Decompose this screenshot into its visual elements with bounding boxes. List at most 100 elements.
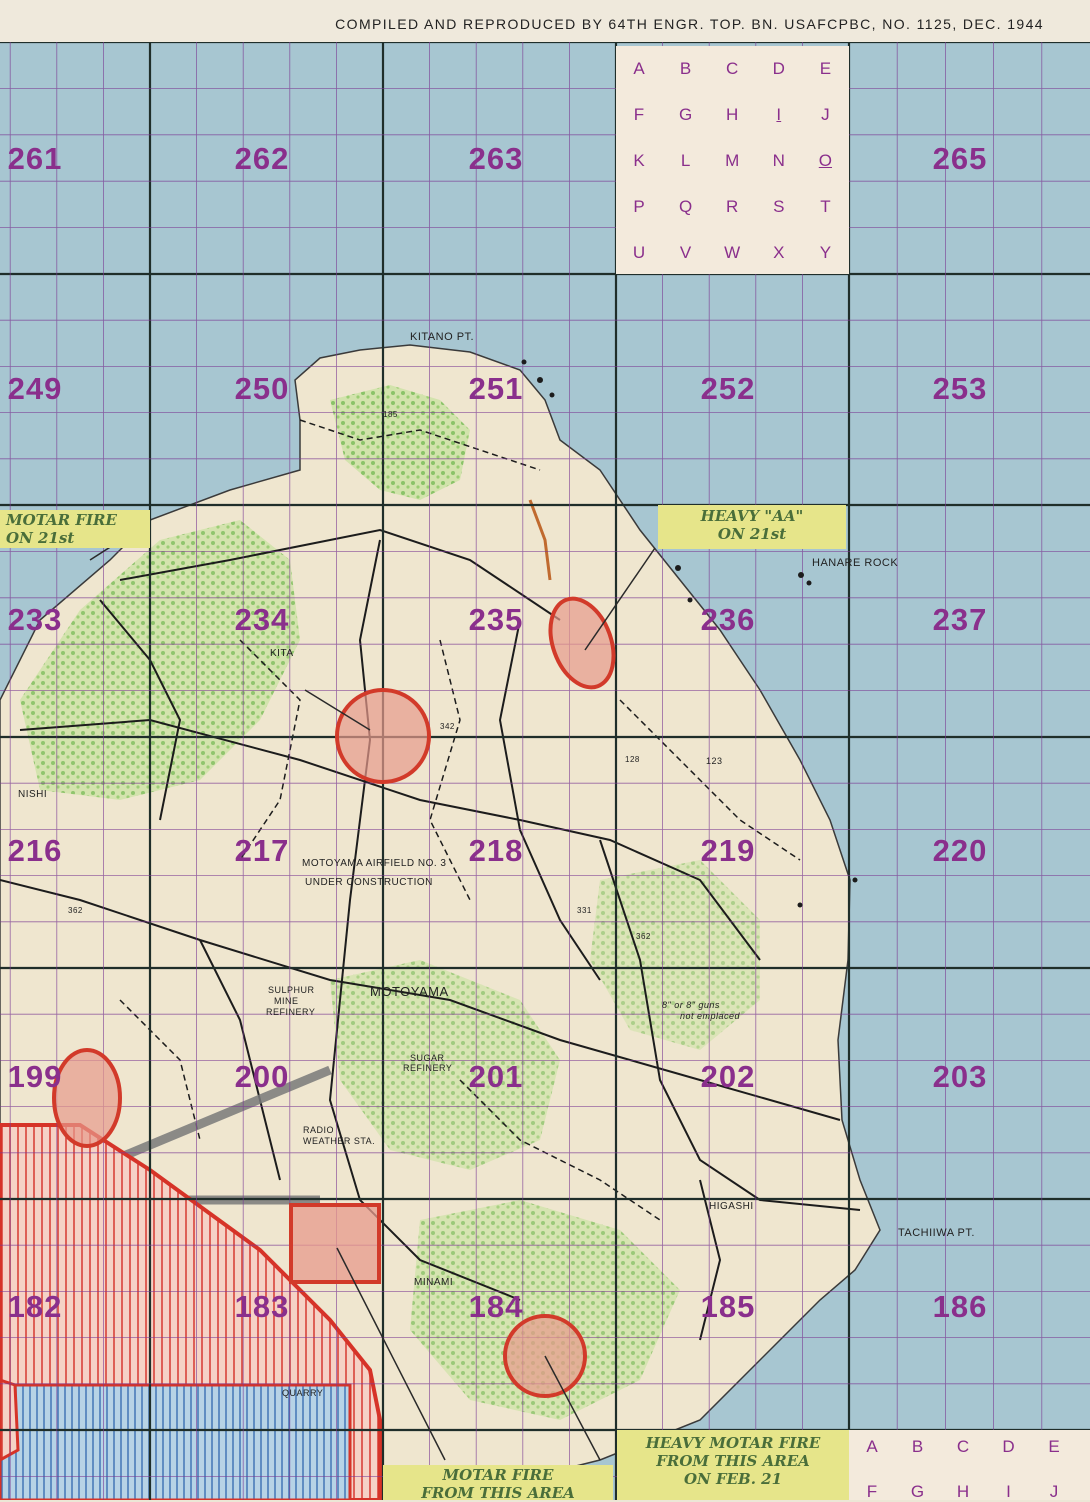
grid-key-letter: V: [679, 243, 692, 262]
grid-square-number: 217: [234, 833, 290, 868]
iwo-jima-target-map: [0, 40, 1090, 1500]
note-motar-left-line2: ON 21st: [6, 529, 75, 547]
label-sugar-refinery: REFINERY: [403, 1063, 453, 1073]
grid-key-letter-bottom: I: [1006, 1482, 1011, 1501]
grid-key-letter-bottom: C: [956, 1437, 970, 1456]
hatched-zone-blue: [0, 1383, 352, 1500]
grid-key-letter: O: [818, 151, 833, 170]
grid-square-number: 220: [932, 833, 988, 868]
note-motar-bottom-line2: FROM THIS AREA: [421, 1484, 575, 1502]
grid-key-letter: R: [726, 197, 739, 216]
grid-key-letter: P: [633, 197, 645, 216]
grid-key-letter: K: [633, 151, 645, 170]
label-guns-line2: not emplaced: [680, 1011, 741, 1021]
grid-key-letter-bottom: B: [911, 1437, 924, 1456]
label-kitano-pt: KITANO PT.: [410, 331, 475, 343]
grid-square-number: 200: [234, 1059, 290, 1094]
grid-key-letter-bottom: E: [1048, 1437, 1060, 1456]
label-mine: MINE: [274, 996, 299, 1006]
grid-square-number: 183: [234, 1289, 290, 1324]
elevation-128: 128: [625, 755, 640, 764]
grid-key-letter: J: [821, 105, 830, 124]
grid-square-number: 184: [468, 1289, 524, 1324]
grid-square-number: 186: [932, 1289, 988, 1324]
grid-key-letter: M: [725, 151, 740, 170]
grid-square-number: 237: [932, 602, 988, 637]
grid-key-letter: C: [726, 59, 739, 78]
grid-key-letter: Y: [819, 243, 832, 262]
note-heavy-motar: HEAVY MOTAR FIRE FROM THIS AREA ON FEB. …: [617, 1434, 849, 1496]
grid-square-number: 235: [468, 602, 524, 637]
grid-key-letter-bottom: G: [910, 1482, 925, 1501]
note-motar-left: MOTAR FIRE ON 21st: [0, 511, 156, 547]
elevation-331: 331: [577, 906, 592, 915]
note-motar-bottom: MOTAR FIRE FROM THIS AREA: [383, 1466, 613, 1502]
grid-key-letter-bottom: D: [1002, 1437, 1015, 1456]
grid-square-number: 202: [700, 1059, 756, 1094]
grid-key-letter: E: [819, 59, 832, 78]
grid-key-letter: X: [773, 243, 785, 262]
grid-square-number: 216: [7, 833, 63, 868]
note-heavy-motar-line2: FROM THIS AREA: [656, 1452, 810, 1470]
label-airfield-line2: UNDER CONSTRUCTION: [305, 877, 433, 888]
note-heavy-motar-line1: HEAVY MOTAR FIRE: [645, 1434, 821, 1452]
target-circle-234: [335, 688, 431, 784]
elevation-123: 123: [706, 756, 723, 766]
note-motar-bottom-line1: MOTAR FIRE: [442, 1466, 554, 1484]
label-tachiiwa-pt: TACHIIWA PT.: [898, 1227, 975, 1239]
target-circle-199: [52, 1048, 122, 1148]
grid-square-number: 218: [468, 833, 524, 868]
label-nishi: NISHI: [18, 789, 48, 800]
grid-square-number: 203: [932, 1059, 988, 1094]
grid-key-letter: G: [678, 105, 693, 124]
grid-square-number: 185: [700, 1289, 756, 1324]
label-higashi: HIGASHI: [709, 1201, 754, 1212]
grid-key-letter-bottom: J: [1049, 1482, 1059, 1501]
grid-key-letter: A: [633, 59, 645, 78]
grid-square-number: 263: [468, 141, 524, 176]
label-sulphur: SULPHUR: [268, 985, 315, 995]
grid-key-letter-bottom: H: [956, 1482, 970, 1501]
grid-square-number: 261: [7, 141, 63, 176]
label-radio: RADIO: [303, 1125, 335, 1135]
grid-key-letter-bottom: F: [866, 1482, 878, 1501]
grid-square-number: 249: [7, 371, 63, 406]
grid-key-letter: U: [632, 243, 646, 262]
grid-square-number: 234: [234, 602, 290, 637]
elevation-362-east: 362: [636, 932, 651, 941]
grid-key-letter: W: [724, 243, 741, 262]
grid-square-number: 265: [932, 141, 988, 176]
grid-key-letter: D: [772, 59, 785, 78]
elevation-342: 342: [440, 722, 455, 731]
elevation-362-west: 362: [68, 906, 83, 915]
label-hanare-rock: HANARE ROCK: [812, 557, 899, 569]
grid-key-letter: T: [820, 197, 831, 216]
grid-square-number: 236: [700, 602, 756, 637]
hatched-zone-small: [0, 1378, 20, 1462]
grid-square-number: 252: [700, 371, 756, 406]
note-heavy-aa: HEAVY "AA" ON 21st: [658, 507, 846, 547]
grid-square-number: 219: [700, 833, 756, 868]
note-heavy-motar-line3: ON FEB. 21: [683, 1470, 783, 1488]
label-motoyama: MOTOYAMA: [370, 984, 449, 999]
grid-square-number: 182: [7, 1289, 63, 1324]
grid-key-letter-bottom: A: [866, 1437, 878, 1456]
label-quarry: QUARRY: [282, 1388, 324, 1398]
grid-square-number: 233: [7, 602, 63, 637]
grid-key-letter: H: [726, 105, 739, 124]
grid-square-number: 199: [7, 1059, 63, 1094]
label-airfield-line1: MOTOYAMA AIRFIELD NO. 3: [302, 858, 447, 869]
label-guns-line1: 8" or 8" guns: [662, 1000, 720, 1010]
grid-key-letter: Q: [678, 197, 693, 216]
grid-key-letter: F: [633, 105, 645, 124]
grid-key-letter: S: [773, 197, 785, 216]
note-heavy-aa-line2: ON 21st: [717, 525, 787, 543]
compilation-credit: COMPILED AND REPRODUCED BY 64TH ENGR. TO…: [335, 16, 1044, 32]
label-kita: KITA: [270, 648, 294, 659]
label-minami: MINAMI: [414, 1277, 454, 1288]
note-heavy-aa-line1: HEAVY "AA": [700, 507, 804, 525]
grid-key-letter: L: [680, 151, 691, 170]
grid-key-letter: I: [776, 105, 782, 124]
grid-square-number: 250: [234, 371, 290, 406]
grid-square-number: 262: [234, 141, 290, 176]
